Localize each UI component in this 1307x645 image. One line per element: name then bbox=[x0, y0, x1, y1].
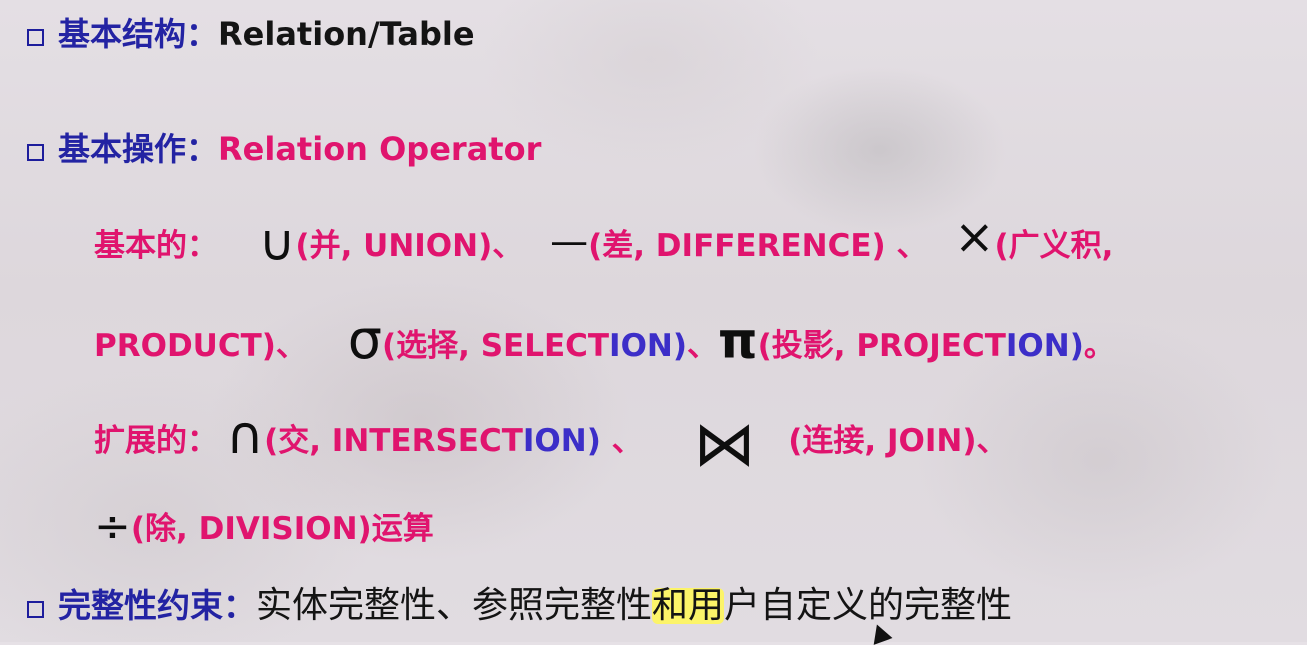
checkbox-bullet-icon bbox=[27, 29, 44, 46]
bullet-integrity-constraint: 完整性约束：实体完整性、参照完整性和用户自定义的完整性 bbox=[27, 588, 1012, 624]
projection-symbol-icon: π bbox=[718, 312, 758, 370]
selection-separator: 、 bbox=[687, 328, 719, 364]
bullet-basic-structure: 基本结构：Relation/Table bbox=[27, 18, 475, 50]
checkbox-bullet-icon bbox=[27, 601, 44, 618]
intersection-separator: 、 bbox=[600, 423, 643, 459]
selection-text: (选择, SELECT bbox=[381, 328, 610, 364]
basic-heading: 基本的： bbox=[94, 228, 218, 264]
selection-symbol-icon: σ bbox=[347, 308, 382, 371]
extended-heading: 扩展的： bbox=[94, 423, 218, 459]
basic-operators-line-1: 基本的： ∪(并, UNION)、 —(差, DIFFERENCE) 、 ×(广… bbox=[94, 213, 1113, 268]
projection-text-tail: ION) bbox=[1005, 328, 1084, 364]
selection-text-tail: ION) bbox=[609, 328, 688, 364]
projection-separator: 。 bbox=[1083, 328, 1115, 364]
projection-text: (投影, PROJECT bbox=[757, 328, 1006, 364]
difference-symbol-icon: — bbox=[550, 219, 589, 263]
operation-label: 基本操作： bbox=[58, 130, 219, 168]
join-text: (连接, JOIN)、 bbox=[788, 423, 1008, 459]
division-symbol-icon: ÷ bbox=[94, 501, 131, 552]
difference-text: (差, DIFFERENCE) 、 bbox=[588, 228, 928, 264]
integrity-value: 实体完整性、参照完整性 bbox=[256, 585, 653, 626]
product-text-start: (广义积, bbox=[994, 228, 1114, 264]
product-text-end: PRODUCT)、 bbox=[94, 328, 307, 364]
intersection-text: (交, INTERSECT bbox=[264, 423, 523, 459]
union-symbol-icon: ∪ bbox=[258, 214, 296, 272]
basic-operators-line-2: PRODUCT)、 σ(选择, SELECTION)、π(投影, PROJECT… bbox=[94, 313, 1115, 367]
division-text: (除, DIVISION)运算 bbox=[130, 511, 434, 547]
structure-label: 基本结构： bbox=[58, 15, 219, 53]
extended-operators-line-1: 扩展的： ∩(交, INTERSECTION) 、 ⋈ (连接, JOIN)、 bbox=[94, 410, 1008, 475]
bullet-basic-operation: 基本操作：Relation Operator bbox=[27, 133, 541, 165]
integrity-value-rest: 户自定义的完整性 bbox=[724, 585, 1013, 626]
structure-value: Relation/Table bbox=[218, 15, 475, 53]
intersection-symbol-icon: ∩ bbox=[226, 406, 265, 466]
checkbox-bullet-icon bbox=[27, 144, 44, 161]
join-symbol-icon: ⋈ bbox=[693, 407, 756, 480]
product-symbol-icon: × bbox=[954, 209, 995, 265]
extended-operators-line-2: ÷(除, DIVISION)运算 bbox=[94, 505, 434, 549]
integrity-label: 完整性约束： bbox=[58, 586, 256, 625]
integrity-value-highlighted: 和用 bbox=[652, 585, 725, 626]
union-text: (并, UNION)、 bbox=[295, 228, 524, 264]
intersection-text-tail: ION) bbox=[522, 423, 601, 459]
operation-value: Relation Operator bbox=[218, 130, 542, 168]
